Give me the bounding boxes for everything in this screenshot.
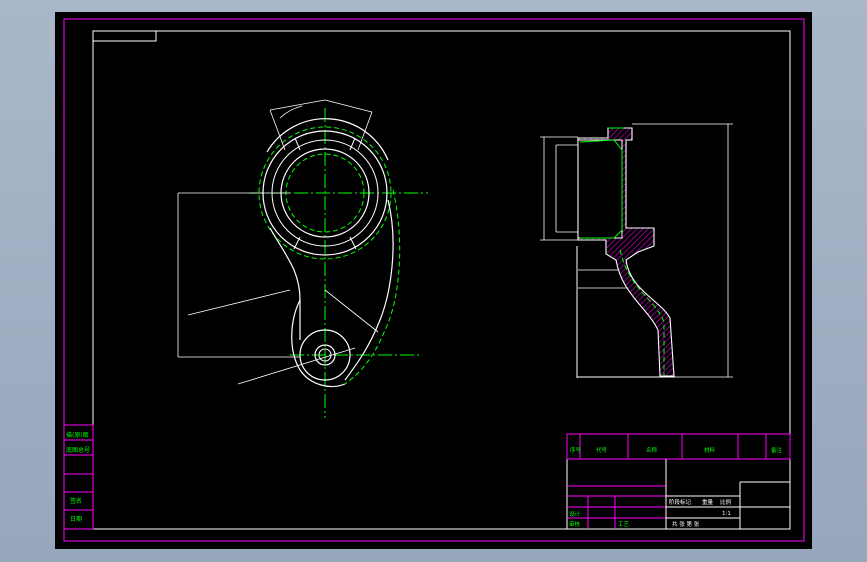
section-view xyxy=(540,123,733,378)
header-code: 代号 xyxy=(596,446,608,454)
side-panel: 描(原)图 底图总号 签名 日期 xyxy=(63,424,94,530)
side-panel-row-2: 底图总号 xyxy=(66,446,90,454)
cad-viewport[interactable]: 描(原)图 底图总号 签名 日期 序号 代号 名称 材料 备注 设计 审核 工艺… xyxy=(0,0,867,562)
header-material: 材料 xyxy=(704,446,716,454)
side-panel-row-1: 描(原)图 xyxy=(66,431,89,439)
row-review: 审核 xyxy=(569,520,581,528)
scale-value: 1:1 xyxy=(722,511,731,517)
front-view xyxy=(177,99,428,418)
stage-weight: 重量 xyxy=(702,498,714,506)
row-craft: 工艺 xyxy=(618,521,630,528)
side-panel-row-4: 日期 xyxy=(70,515,82,523)
sheet-count: 共 张 第 张 xyxy=(672,520,700,528)
header-name: 名称 xyxy=(646,446,658,454)
title-block: 序号 代号 名称 材料 备注 设计 审核 工艺 阶段标记 重量 比例 1:1 共… xyxy=(566,433,791,530)
drawing-canvas[interactable]: 描(原)图 底图总号 签名 日期 序号 代号 名称 材料 备注 设计 审核 工艺… xyxy=(55,12,812,549)
header-index: 序号 xyxy=(570,446,582,454)
stage-mark: 阶段标记 xyxy=(669,498,692,506)
row-design: 设计 xyxy=(569,510,581,518)
corner-box xyxy=(92,30,157,42)
stage-scale: 比例 xyxy=(720,498,732,506)
header-remark: 备注 xyxy=(771,446,783,454)
outer-frame xyxy=(63,18,805,542)
inner-frame xyxy=(92,30,791,530)
side-panel-row-3: 签名 xyxy=(70,497,82,505)
cad-drawing: 描(原)图 底图总号 签名 日期 序号 代号 名称 材料 备注 设计 审核 工艺… xyxy=(63,18,805,542)
